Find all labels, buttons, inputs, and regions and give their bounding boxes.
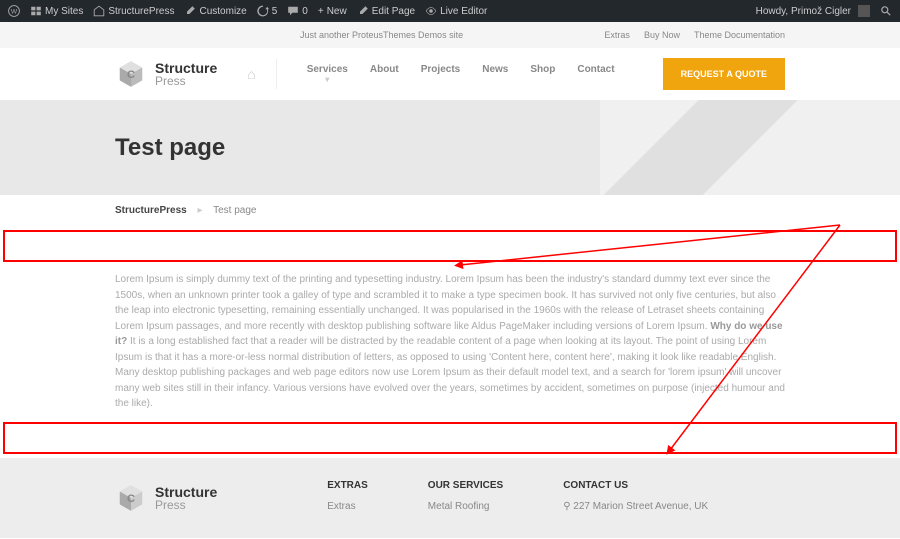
annotation-box-top [3, 230, 897, 262]
hero-pattern [600, 100, 900, 195]
chevron-right-icon: ▸ [197, 205, 202, 216]
edit-page[interactable]: Edit Page [357, 5, 415, 17]
nav-services[interactable]: Services [307, 64, 348, 84]
top-bar: Just another ProteusThemes Demos site Ex… [0, 22, 900, 48]
updates[interactable]: 5 [257, 5, 278, 17]
my-sites[interactable]: My Sites [30, 5, 83, 17]
logo-cube-icon: C [115, 58, 147, 90]
nav-about[interactable]: About [370, 64, 399, 84]
crumb-home[interactable]: StructurePress [115, 205, 187, 216]
logo[interactable]: C StructurePress [115, 58, 217, 90]
wp-logo[interactable]: W [8, 5, 20, 17]
top-link-extras[interactable]: Extras [604, 30, 630, 40]
nav-news[interactable]: News [482, 64, 508, 84]
site-name[interactable]: StructurePress [93, 5, 174, 17]
nav-contact[interactable]: Contact [577, 64, 614, 84]
live-editor[interactable]: Live Editor [425, 5, 487, 17]
howdy[interactable]: Howdy, Primož Cigler [756, 5, 870, 17]
footer-logo: C StructurePress [115, 480, 217, 516]
svg-text:C: C [127, 493, 135, 505]
customize[interactable]: Customize [184, 5, 246, 17]
footer-services-title: OUR SERVICES [428, 480, 503, 491]
top-link-docs[interactable]: Theme Documentation [694, 30, 785, 40]
footer: C StructurePress EXTRAS Extras OUR SERVI… [0, 458, 900, 538]
nav-projects[interactable]: Projects [421, 64, 460, 84]
breadcrumb: StructurePress ▸ Test page [0, 195, 900, 226]
footer-extras-link[interactable]: Extras [327, 501, 368, 512]
footer-extras-title: EXTRAS [327, 480, 368, 491]
wp-admin-bar: W My Sites StructurePress Customize 5 0 … [0, 0, 900, 22]
footer-address: ⚲ 227 Marion Street Avenue, UK [563, 501, 708, 512]
hero: Test page [0, 100, 900, 195]
comments[interactable]: 0 [287, 5, 308, 17]
tagline: Just another ProteusThemes Demos site [300, 30, 463, 40]
header: C StructurePress ⌂ Services About Projec… [0, 48, 900, 100]
pin-icon: ⚲ [563, 501, 570, 512]
search-icon[interactable] [880, 5, 892, 17]
new[interactable]: +New [318, 6, 347, 17]
top-link-buy[interactable]: Buy Now [644, 30, 680, 40]
annotation-box-bottom [3, 422, 897, 454]
request-quote-button[interactable]: REQUEST A QUOTE [663, 58, 785, 90]
nav-shop[interactable]: Shop [530, 64, 555, 84]
home-icon[interactable]: ⌂ [247, 66, 255, 82]
logo-cube-icon: C [115, 482, 147, 514]
crumb-current: Test page [213, 205, 256, 216]
svg-text:W: W [11, 8, 18, 15]
svg-text:C: C [127, 69, 135, 81]
page-title: Test page [115, 134, 225, 162]
page-content: Lorem Ipsum is simply dummy text of the … [0, 266, 900, 418]
footer-contact-title: CONTACT US [563, 480, 708, 491]
footer-services-link[interactable]: Metal Roofing [428, 501, 503, 512]
